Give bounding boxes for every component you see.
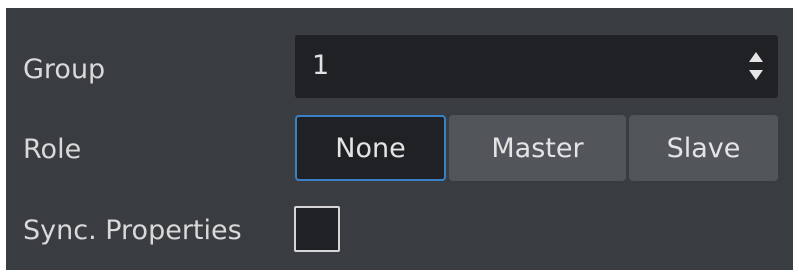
role-none-button[interactable]: None bbox=[295, 115, 446, 181]
group-label: Group bbox=[23, 54, 106, 85]
properties-panel: Group 1 Role None Master Slave Sync. Pro… bbox=[6, 8, 793, 270]
group-spinbox[interactable]: 1 bbox=[295, 35, 778, 98]
role-master-button[interactable]: Master bbox=[449, 115, 626, 181]
arrow-up-icon[interactable] bbox=[749, 52, 763, 62]
group-value[interactable]: 1 bbox=[312, 50, 329, 82]
sync-properties-checkbox[interactable] bbox=[294, 206, 340, 252]
role-slave-button[interactable]: Slave bbox=[629, 115, 778, 181]
sync-properties-label: Sync. Properties bbox=[23, 215, 242, 246]
arrow-down-icon[interactable] bbox=[749, 70, 763, 80]
role-label: Role bbox=[23, 134, 82, 165]
spin-arrows bbox=[748, 48, 764, 86]
